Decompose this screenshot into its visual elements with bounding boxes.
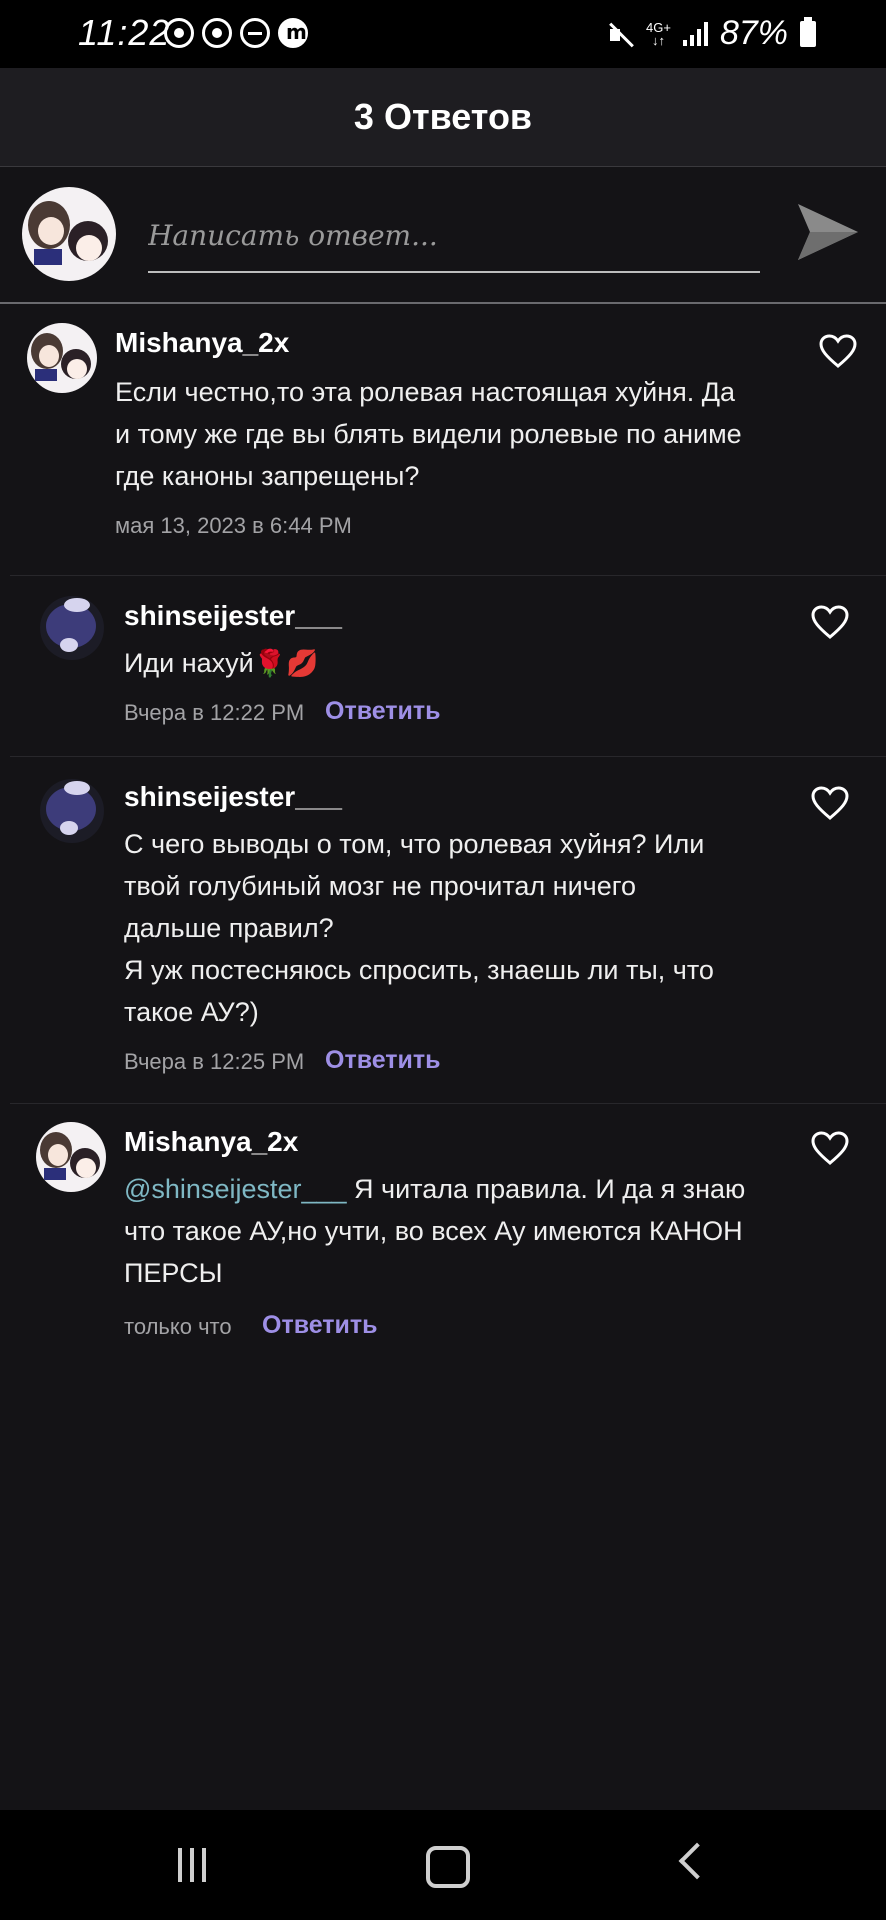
battery-icon (800, 16, 816, 47)
comment-timestamp: Вчера в 12:25 PM (124, 1049, 305, 1074)
reply-input[interactable] (148, 209, 760, 273)
mute-icon (608, 21, 634, 47)
signal-icon (682, 21, 708, 46)
comment-text: С чего выводы о том, что ролевая хуйня? … (124, 829, 714, 1027)
mention-link[interactable]: @shinseijester___ (124, 1174, 347, 1204)
reply-button[interactable]: Ответить (262, 1311, 378, 1340)
comment-timestamp: Вчера в 12:22 PM (124, 700, 305, 725)
status-bar: 11:22 4G+↓↑ 87% (0, 0, 886, 68)
comment-timestamp: мая 13, 2023 в 6:44 PM (115, 513, 352, 538)
comment-text-content: Иди нахуй (124, 648, 254, 678)
heart-icon[interactable] (810, 1130, 850, 1166)
heart-icon[interactable] (810, 785, 850, 821)
comment-username[interactable]: Mishanya_2x (115, 327, 289, 359)
avatar[interactable] (22, 187, 116, 281)
comment-item: shinseijester___ С чего выводы о том, чт… (10, 757, 886, 1104)
comment-username[interactable]: shinseijester___ (124, 781, 342, 813)
comment-item: shinseijester___ Иди нахуй🌹💋 Вчера в 12:… (10, 576, 886, 757)
notification-icons (164, 18, 308, 48)
do-not-disturb-icon (240, 18, 270, 48)
app-m-icon (278, 18, 308, 48)
comment-text: Если честно,то эта ролевая настоящая хуй… (115, 377, 742, 491)
comment-text: @shinseijester___ Я читала правила. И да… (124, 1168, 745, 1294)
comment-item: Mishanya_2x @shinseijester___ Я читала п… (10, 1104, 886, 1344)
heart-icon[interactable] (818, 333, 858, 369)
avatar[interactable] (40, 779, 104, 843)
network-type: 4G+ ↓↑ (646, 19, 671, 48)
status-time: 11:22 (78, 12, 171, 53)
comment-text: Иди нахуй🌹💋 (124, 642, 319, 684)
comment-item: Mishanya_2x Если честно,то эта ролевая н… (10, 303, 886, 576)
comment-username[interactable]: Mishanya_2x (124, 1126, 298, 1158)
avatar[interactable] (40, 596, 104, 660)
send-icon[interactable] (796, 200, 860, 264)
avatar[interactable] (36, 1122, 106, 1192)
network-label: 4G+ (646, 19, 671, 35)
reply-button[interactable]: Ответить (325, 1046, 441, 1075)
system-icons: 4G+ ↓↑ 87% (608, 14, 816, 53)
home-icon[interactable] (426, 1846, 470, 1888)
chrome-icon (164, 18, 194, 48)
chrome-icon (202, 18, 232, 48)
system-nav-bar (0, 1810, 886, 1920)
reply-button[interactable]: Ответить (325, 697, 441, 726)
page-title: 3 Ответов (353, 96, 533, 137)
avatar[interactable] (27, 323, 97, 393)
comment-timestamp: только что (124, 1314, 232, 1339)
back-icon[interactable] (678, 1842, 716, 1880)
comment-username[interactable]: shinseijester___ (124, 600, 342, 632)
page-header: 3 Ответов (0, 68, 886, 167)
emoji-rose-kiss: 🌹💋 (253, 648, 319, 678)
reply-composer (0, 167, 886, 304)
recents-icon[interactable] (178, 1848, 206, 1882)
battery-percent: 87% (719, 14, 788, 52)
heart-icon[interactable] (810, 604, 850, 640)
